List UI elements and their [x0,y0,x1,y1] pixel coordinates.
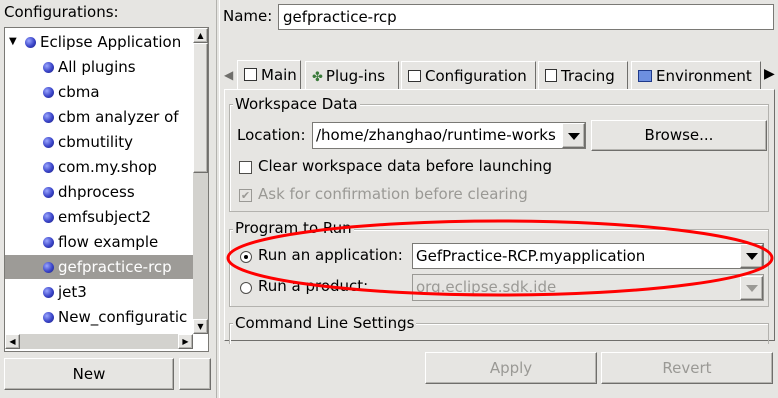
tab-plugins[interactable]: ✤ Plug-ins [305,61,399,89]
eclipse-app-icon [25,37,36,48]
tab-configuration[interactable]: Configuration [401,61,536,89]
launch-config-icon [43,137,54,148]
tree-item[interactable]: jet3 [5,280,193,304]
name-field[interactable]: gefpractice-rcp [278,4,774,30]
launch-config-icon [43,312,54,323]
launch-config-icon [43,187,54,198]
name-label: Name: [223,7,273,25]
tracing-tab-icon [545,69,557,82]
tree-item[interactable]: emfsubject2 [5,205,193,229]
tree-item-label: flow example [58,233,159,251]
tab-environment[interactable]: Environment [631,61,761,89]
name-field-value: gefpractice-rcp [283,8,397,26]
location-value: /home/zhanghao/runtime-works [316,126,556,144]
scroll-right-button[interactable]: ▶ [178,334,193,349]
plugins-tab-icon: ✤ [312,70,323,85]
ask-confirmation-checkbox[interactable]: ✔ [239,189,252,202]
tree-item[interactable]: com.my.shop [5,155,193,179]
tree-item-label: All plugins [58,58,136,76]
tab-plugins-label: Plug-ins [325,67,386,85]
tree-item-label: New_configuratic [58,308,188,326]
tab-configuration-label: Configuration [425,67,527,85]
tab-main-label: Main [261,66,297,84]
tree-root-eclipse-application[interactable]: ▼ Eclipse Application [5,30,193,54]
tab-environment-label: Environment [656,67,752,85]
tree-item-label: cbmutility [58,133,134,151]
browse-button-label: Browse... [644,126,714,144]
tree-item-label: jet3 [58,283,87,301]
launch-config-icon [43,262,54,273]
scroll-up-button[interactable]: ▲ [193,28,208,43]
tree-item[interactable]: cbma [5,80,193,104]
tree-item-label: emfsubject2 [58,208,152,226]
tree-item[interactable]: cbmutility [5,130,193,154]
tab-tracing-label: Tracing [561,67,615,85]
location-label: Location: [237,126,306,144]
tab-scroll-right[interactable]: ▶ [764,66,775,82]
apply-button-label: Apply [489,359,533,377]
main-tab-icon [244,68,257,81]
tab-tracing[interactable]: Tracing [538,61,628,89]
collapse-icon[interactable]: ▼ [9,30,17,54]
tree-item[interactable]: dhprocess [5,180,193,204]
tree-item[interactable]: New_configuratic [5,305,193,329]
tree-horizontal-scrollbar[interactable]: ◀ ▶ [5,334,193,349]
new-button-label: New [72,365,106,383]
sash-divider[interactable] [216,0,220,398]
configurations-label: Configurations: [4,3,119,21]
revert-button-label: Revert [662,359,712,377]
tree-item-label: cbm analyzer of [58,108,179,126]
tree-item[interactable]: flow example [5,230,193,254]
configuration-tab-icon [408,70,421,82]
launch-config-icon [43,62,54,73]
ask-confirmation-label: Ask for confirmation before clearing [258,185,528,203]
tree-item[interactable]: All plugins [5,55,193,79]
launch-config-icon [43,87,54,98]
browse-button[interactable]: Browse... [591,120,767,151]
new-button[interactable]: New [4,358,174,390]
clear-workspace-label: Clear workspace data before launching [258,157,552,175]
delete-button[interactable] [179,358,211,390]
revert-button[interactable]: Revert [601,352,773,384]
highlight-ellipse [226,219,774,297]
tree-item-label: dhprocess [58,183,135,201]
scroll-thumb[interactable] [193,43,208,173]
tree-item-label: com.my.shop [58,158,157,176]
workspace-group-title: Workspace Data [233,95,360,113]
tab-scroll-left[interactable]: ◀ [224,68,233,82]
scroll-left-button[interactable]: ◀ [5,334,20,349]
chevron-down-icon [568,133,580,140]
tree-item[interactable]: gefpractice-rcp [5,255,193,279]
launch-config-icon [43,112,54,123]
launch-config-icon [43,287,54,298]
tree-item-label: gefpractice-rcp [58,258,172,276]
location-combo[interactable]: /home/zhanghao/runtime-works [312,122,586,149]
configuration-tree[interactable]: ▼ Eclipse Application All plugins cbma cbm… [4,27,209,352]
launch-config-icon [43,162,54,173]
tree-item[interactable]: cbm analyzer of [5,105,193,129]
tab-main[interactable]: Main [237,60,301,90]
apply-button[interactable]: Apply [425,352,597,384]
tree-vertical-scrollbar[interactable]: ▲ ▼ [193,28,208,334]
location-dropdown-button[interactable] [562,123,585,148]
scroll-down-button[interactable]: ▼ [193,319,208,334]
clear-workspace-checkbox[interactable] [239,161,252,174]
tree-root-label: Eclipse Application [40,33,182,51]
environment-tab-icon [638,70,652,82]
cmdline-group-title: Command Line Settings [233,314,417,332]
launch-config-icon [43,212,54,223]
tree-item-label: cbma [58,83,100,101]
launch-config-icon [43,237,54,248]
